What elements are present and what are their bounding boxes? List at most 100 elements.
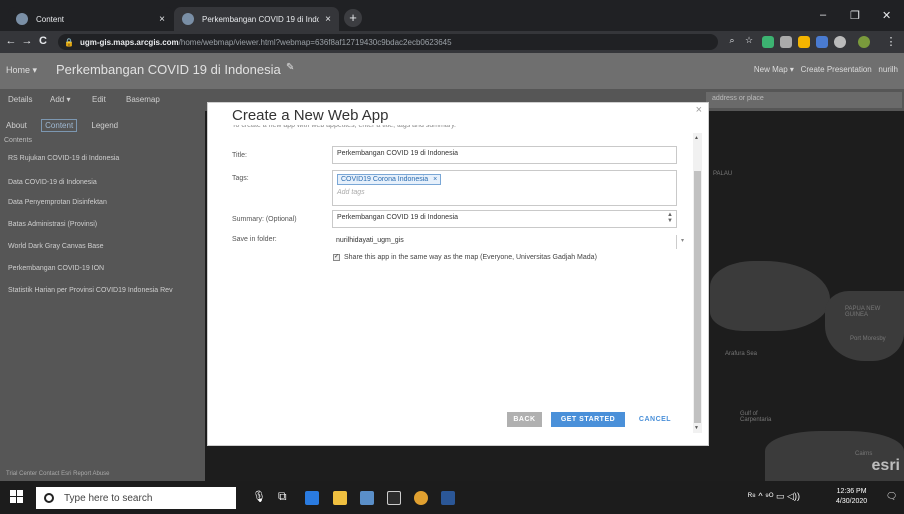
browser-toolbar: ← → C 🔒 ugm-gis.maps.arcgis.com /home/we… xyxy=(0,31,904,53)
chrome-icon[interactable] xyxy=(414,491,428,505)
browser-tab-perkembangan[interactable]: Perkembangan COVID 19 di Indo × xyxy=(174,7,339,31)
esri-logo: esri xyxy=(871,457,900,474)
windows-start-icon[interactable] xyxy=(10,490,24,504)
arcgis-favicon-icon xyxy=(16,13,28,25)
title-input[interactable]: Perkembangan COVID 19 di Indonesia xyxy=(332,146,677,164)
add-tags-placeholder: Add tags xyxy=(337,189,365,196)
dialog-scrollbar[interactable]: ▲ ▼ xyxy=(693,133,702,433)
layer-item[interactable]: Batas Administrasi (Provinsi) xyxy=(8,221,97,228)
url-path: /home/webmap/viewer.html?webmap=636f8af1… xyxy=(178,37,452,47)
sidebar-footer: Trial Center Contact Esri Report Abuse xyxy=(6,471,110,477)
taskbar-search-placeholder: Type here to search xyxy=(64,492,153,504)
add-button[interactable]: Add ▾ xyxy=(50,95,70,104)
extension-icon[interactable] xyxy=(762,36,774,48)
layer-item[interactable]: Perkembangan COVID-19 ION xyxy=(8,265,104,272)
profile-avatar[interactable] xyxy=(858,36,870,48)
address-bar[interactable]: 🔒 ugm-gis.maps.arcgis.com /home/webmap/v… xyxy=(58,34,718,50)
system-tray-icons[interactable]: ᴿ⁸ ^ ⁹ᴼ ▭ ◁)) xyxy=(748,491,800,502)
minimize-icon[interactable]: – xyxy=(820,9,826,21)
extension-icon[interactable] xyxy=(816,36,828,48)
edit-button[interactable]: Edit xyxy=(92,95,106,104)
notifications-icon[interactable]: 🗨 xyxy=(886,491,897,502)
taskbar-clock[interactable]: 12:36 PM 4/30/2020 xyxy=(836,487,867,507)
tab-close-icon[interactable]: × xyxy=(159,14,165,25)
create-presentation-link[interactable]: Create Presentation xyxy=(801,65,872,74)
map-label: Arafura Sea xyxy=(725,351,758,357)
tag-remove-icon[interactable]: × xyxy=(433,176,437,183)
tag-chip: COVID19 Corona Indonesia × xyxy=(337,174,442,185)
edit-title-pencil-icon[interactable]: ✎ xyxy=(286,62,294,73)
task-view-icon[interactable]: ⧉ xyxy=(278,489,287,504)
store-icon[interactable] xyxy=(360,491,374,505)
browser-menu-icon[interactable]: ⋮ xyxy=(884,35,898,48)
forward-arrow-icon[interactable]: → xyxy=(20,35,34,47)
layer-item[interactable]: World Dark Gray Canvas Base xyxy=(8,243,104,250)
extension-icon[interactable] xyxy=(780,36,792,48)
map-label: PAPUA NEW GUINEA xyxy=(845,306,881,318)
tags-input[interactable]: COVID19 Corona Indonesia × Add tags xyxy=(332,170,677,206)
sidebar-tabs: About Content Legend xyxy=(6,119,130,132)
layer-item[interactable]: Statistik Harian per Provinsi COVID19 In… xyxy=(8,287,198,294)
file-explorer-icon[interactable] xyxy=(333,491,347,505)
microphone-icon[interactable]: 🎙 xyxy=(252,490,266,503)
search-icon xyxy=(44,493,54,503)
tab-content[interactable]: Content xyxy=(41,119,78,132)
layer-item[interactable]: Data Penyemprotan Disinfektan xyxy=(8,199,107,206)
tab-label: Content xyxy=(36,14,65,24)
new-map-menu[interactable]: New Map ▾ xyxy=(754,65,794,74)
back-arrow-icon[interactable]: ← xyxy=(4,35,18,47)
windows-taskbar: Type here to search 🎙 ⧉ ᴿ⁸ ^ ⁹ᴼ ▭ ◁)) 12… xyxy=(0,481,904,514)
cancel-button[interactable]: CANCEL xyxy=(635,412,675,427)
header-right-links: New Map ▾ Create Presentation nurilh xyxy=(754,65,898,74)
home-menu[interactable]: Home ▾ xyxy=(6,65,37,76)
summary-value: Perkembangan COVID 19 di Indonesia xyxy=(337,214,459,221)
layer-item[interactable]: Data COVID-19 di Indonesia xyxy=(8,179,97,186)
layer-item[interactable]: RS Rujukan COVID-19 di Indonesia xyxy=(8,155,119,162)
tag-chip-label: COVID19 Corona Indonesia xyxy=(341,176,429,183)
app-header: Home ▾ Perkembangan COVID 19 di Indonesi… xyxy=(0,53,904,89)
reload-icon[interactable]: C xyxy=(36,35,50,47)
folder-select[interactable]: nurilhidayati_ugm_gis ▾ xyxy=(332,235,684,249)
get-started-button[interactable]: GET STARTED xyxy=(551,412,625,427)
extension-icon[interactable] xyxy=(798,36,810,48)
scrollbar-thumb[interactable] xyxy=(694,171,701,423)
scroll-up-icon[interactable]: ▲ xyxy=(694,135,699,141)
media-player-icon[interactable] xyxy=(387,491,401,505)
window-close-icon[interactable]: ✕ xyxy=(882,9,891,22)
tab-legend[interactable]: Legend xyxy=(91,121,118,130)
extension-icon[interactable] xyxy=(834,36,846,48)
lock-icon: 🔒 xyxy=(64,37,74,47)
map-label: PALAU xyxy=(713,171,733,177)
word-icon[interactable] xyxy=(441,491,455,505)
user-menu[interactable]: nurilh xyxy=(878,65,898,74)
map-label: Cairns xyxy=(855,451,873,457)
details-button[interactable]: Details xyxy=(8,95,32,104)
textarea-scroll-icon[interactable]: ▲ ▼ xyxy=(667,212,673,224)
map-search-input[interactable]: address or place xyxy=(706,92,902,108)
new-tab-button[interactable]: + xyxy=(344,9,362,27)
create-web-app-dialog: Create a New Web App × To create a new a… xyxy=(207,102,709,446)
close-icon[interactable]: × xyxy=(696,104,702,116)
summary-textarea[interactable]: Perkembangan COVID 19 di Indonesia ▲ ▼ xyxy=(332,210,677,228)
chevron-down-icon: ▾ xyxy=(680,238,684,244)
zoom-icon[interactable]: ⌕ xyxy=(725,35,739,46)
taskbar-search-box[interactable]: Type here to search xyxy=(36,487,236,509)
land-shape xyxy=(710,261,830,331)
browser-tab-bar: Content × Perkembangan COVID 19 di Indo … xyxy=(0,0,904,31)
tab-close-icon[interactable]: × xyxy=(325,14,331,25)
tab-label: Perkembangan COVID 19 di Indo xyxy=(202,14,320,24)
maximize-icon[interactable]: ❐ xyxy=(850,9,860,22)
tab-about[interactable]: About xyxy=(6,121,27,130)
browser-tab-content[interactable]: Content × xyxy=(8,7,173,31)
basemap-button[interactable]: Basemap xyxy=(126,95,160,104)
edge-icon[interactable] xyxy=(305,491,319,505)
summary-label: Summary: (Optional) xyxy=(232,216,297,223)
bookmark-star-icon[interactable]: ☆ xyxy=(742,35,756,46)
map-label: Gulf of Carpentaria xyxy=(740,411,772,423)
scroll-down-icon[interactable]: ▼ xyxy=(694,425,699,431)
arcgis-favicon-icon xyxy=(182,13,194,25)
share-option[interactable]: ✓ Share this app in the same way as the … xyxy=(333,254,597,261)
land-shape xyxy=(825,291,904,361)
back-button[interactable]: BACK xyxy=(507,412,542,427)
share-checkbox[interactable]: ✓ xyxy=(333,254,340,261)
